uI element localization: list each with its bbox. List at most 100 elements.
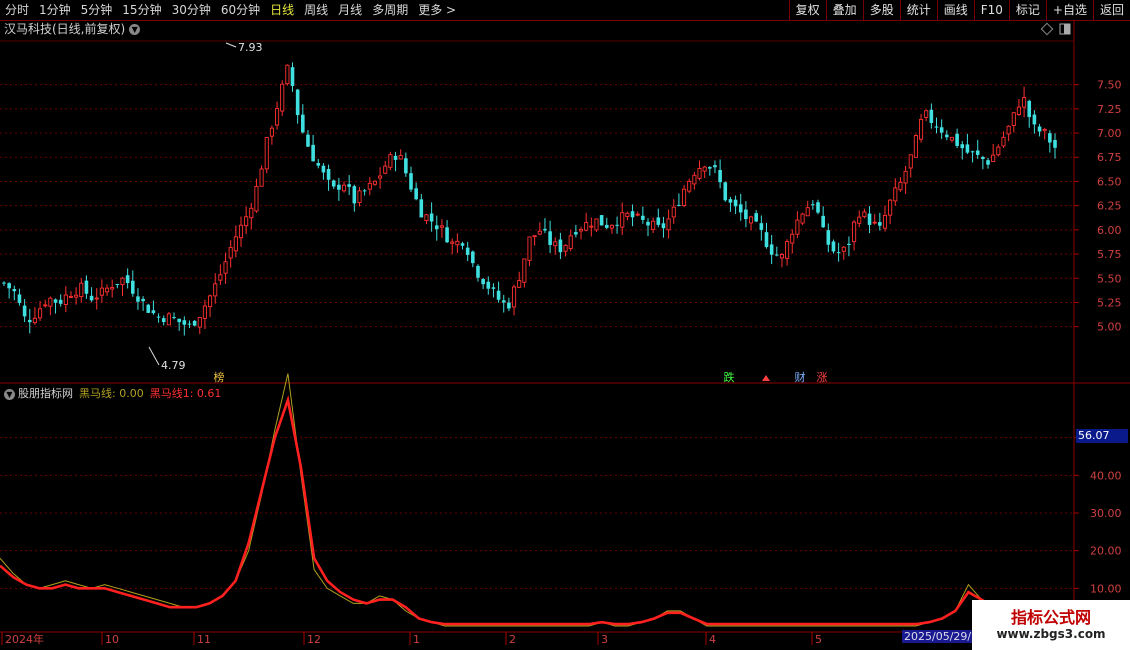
candle xyxy=(419,194,424,218)
candle xyxy=(836,242,841,262)
candle xyxy=(774,246,779,257)
candle xyxy=(744,201,748,228)
candle xyxy=(445,220,449,244)
candle xyxy=(1022,86,1027,118)
watermark-title: 指标公式网 xyxy=(1010,608,1091,627)
candle xyxy=(553,237,558,255)
candle xyxy=(166,311,171,326)
candle xyxy=(321,163,326,180)
candle xyxy=(17,288,22,306)
event-marker[interactable]: 跌 xyxy=(724,370,735,384)
watermark: 指标公式网 www.zbgs3.com xyxy=(972,600,1130,650)
candle xyxy=(841,246,846,260)
kline-chart[interactable]: 5.00 5.25 5.50 5.75 6.00 6.25 6.50 6.75 7.00 7.25… xyxy=(0,0,1130,650)
candle xyxy=(646,218,650,237)
chevron-down-icon[interactable]: ▼ xyxy=(4,388,15,400)
event-marker[interactable]: 榜 xyxy=(214,370,225,384)
candle xyxy=(913,134,918,158)
candle xyxy=(398,149,403,160)
candle xyxy=(290,62,295,92)
candle xyxy=(641,206,645,224)
time-tick-label: 10 xyxy=(105,633,119,646)
candle xyxy=(888,198,893,225)
candle xyxy=(527,236,532,267)
candle xyxy=(955,128,959,148)
candle xyxy=(43,299,48,308)
candle xyxy=(151,300,156,315)
candle xyxy=(702,165,707,178)
indicator-tick-label: 10.00 xyxy=(1090,582,1122,595)
candle xyxy=(898,177,903,192)
current-value-badge: 56.07 xyxy=(1076,429,1128,443)
candle xyxy=(357,187,362,207)
candle xyxy=(578,226,584,240)
candle xyxy=(1037,123,1042,137)
candle xyxy=(965,133,970,155)
time-tick-label: 1 xyxy=(413,633,420,646)
candle xyxy=(455,233,460,253)
candle xyxy=(208,294,213,318)
candle xyxy=(460,241,465,250)
high-pointer xyxy=(225,42,237,48)
candle xyxy=(811,200,815,210)
candle xyxy=(800,212,805,226)
candle xyxy=(548,220,552,253)
candle xyxy=(259,165,264,187)
candle xyxy=(878,212,882,231)
candle xyxy=(367,177,372,196)
event-marker[interactable]: 财 xyxy=(795,370,806,384)
candle xyxy=(981,155,985,170)
candle xyxy=(687,178,692,194)
candle xyxy=(295,88,300,124)
candle xyxy=(501,294,506,313)
candle xyxy=(882,205,888,232)
candle xyxy=(1053,133,1057,159)
event-marker[interactable]: 涨 xyxy=(817,371,828,384)
candle xyxy=(481,277,485,289)
candle xyxy=(651,217,656,233)
candle xyxy=(228,240,233,268)
candle xyxy=(903,165,908,194)
window-toggle-icon[interactable] xyxy=(1059,23,1071,35)
candle xyxy=(110,279,115,298)
candle xyxy=(754,210,758,223)
candle xyxy=(264,136,269,174)
event-arrow-icon[interactable] xyxy=(762,375,770,381)
time-tick-label: 2024年 xyxy=(5,632,44,646)
candle xyxy=(125,268,130,289)
candle xyxy=(27,308,32,334)
price-tick-label: 6.25 xyxy=(1097,200,1122,213)
candle xyxy=(630,204,635,227)
candle xyxy=(1001,131,1006,149)
diamond-icon[interactable] xyxy=(1040,22,1054,36)
candle xyxy=(136,288,140,310)
candle xyxy=(769,235,774,265)
candle xyxy=(156,313,161,323)
candle xyxy=(635,211,640,217)
candle xyxy=(1016,99,1021,116)
series-line-heima1 xyxy=(0,395,1061,626)
candle xyxy=(795,211,800,239)
candle xyxy=(924,109,929,122)
time-tick-label: 4 xyxy=(709,633,716,646)
candle xyxy=(372,180,377,186)
candle xyxy=(161,315,166,326)
candle xyxy=(146,303,151,314)
candle xyxy=(507,297,511,312)
cursor-date-tag: 2025/05/29/ xyxy=(902,630,974,643)
indicator-name[interactable]: 股朋指标网 xyxy=(18,387,73,400)
candle xyxy=(388,151,393,171)
candle xyxy=(63,286,68,313)
price-tick-label: 5.75 xyxy=(1097,248,1122,261)
candle xyxy=(68,291,74,299)
candle xyxy=(831,239,836,254)
candle xyxy=(934,117,939,134)
candle xyxy=(908,154,913,178)
indicator-tick-label: 30.00 xyxy=(1090,507,1122,520)
candle xyxy=(692,172,697,190)
candle xyxy=(434,215,439,241)
candle xyxy=(604,217,609,230)
candle xyxy=(285,64,290,86)
candle xyxy=(790,229,795,254)
candle xyxy=(609,224,614,234)
